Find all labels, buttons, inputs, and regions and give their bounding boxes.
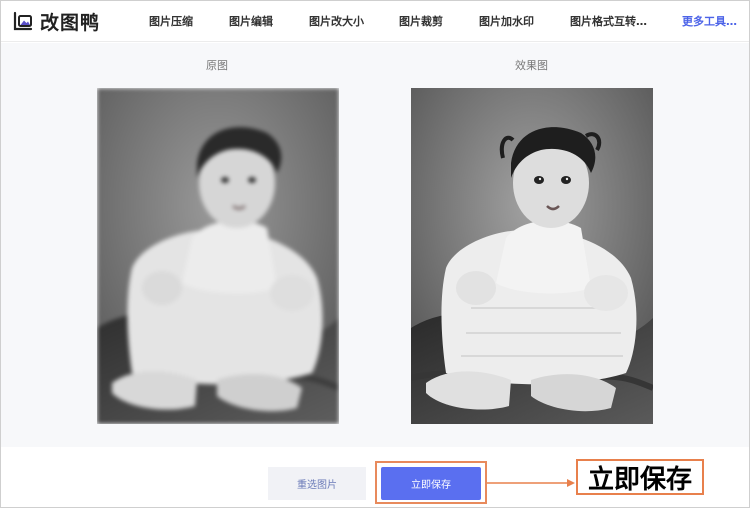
save-now-button[interactable]: 立即保存 xyxy=(381,467,481,500)
save-now-label: 立即保存 xyxy=(411,480,451,491)
result-photo-graphic xyxy=(411,88,653,424)
annotation-callout: 立即保存 xyxy=(576,459,704,495)
app-logo[interactable]: 改图鸭 xyxy=(12,9,101,34)
annotation-callout-text: 立即保存 xyxy=(587,464,692,495)
reselect-image-label: 重选图片 xyxy=(297,480,337,491)
preview-area: 原图 效果图 xyxy=(0,43,750,447)
app-name: 改图鸭 xyxy=(40,11,101,34)
result-label: 效果图 xyxy=(515,59,548,72)
reselect-image-button[interactable]: 重选图片 xyxy=(268,467,366,500)
original-photo-graphic xyxy=(97,88,339,424)
nav-more-tools[interactable]: 更多工具… xyxy=(682,13,737,29)
nav-item-edit[interactable]: 图片编辑 xyxy=(229,13,273,29)
nav-item-compress[interactable]: 图片压缩 xyxy=(149,13,193,29)
nav-more-label: 更多工具… xyxy=(682,15,737,28)
result-image xyxy=(411,88,653,424)
nav-item-crop[interactable]: 图片裁剪 xyxy=(399,13,443,29)
original-label: 原图 xyxy=(206,59,228,72)
photo-mountain-icon xyxy=(13,11,33,31)
nav-item-format-convert[interactable]: 图片格式互转… xyxy=(570,13,647,29)
top-header: 改图鸭 图片压缩 图片编辑 图片改大小 图片裁剪 图片加水印 图片格式互转… 更… xyxy=(0,0,750,42)
nav-item-resize[interactable]: 图片改大小 xyxy=(309,13,364,29)
original-image xyxy=(97,88,339,424)
nav-item-watermark[interactable]: 图片加水印 xyxy=(479,13,534,29)
arrow-right-icon xyxy=(487,479,575,487)
